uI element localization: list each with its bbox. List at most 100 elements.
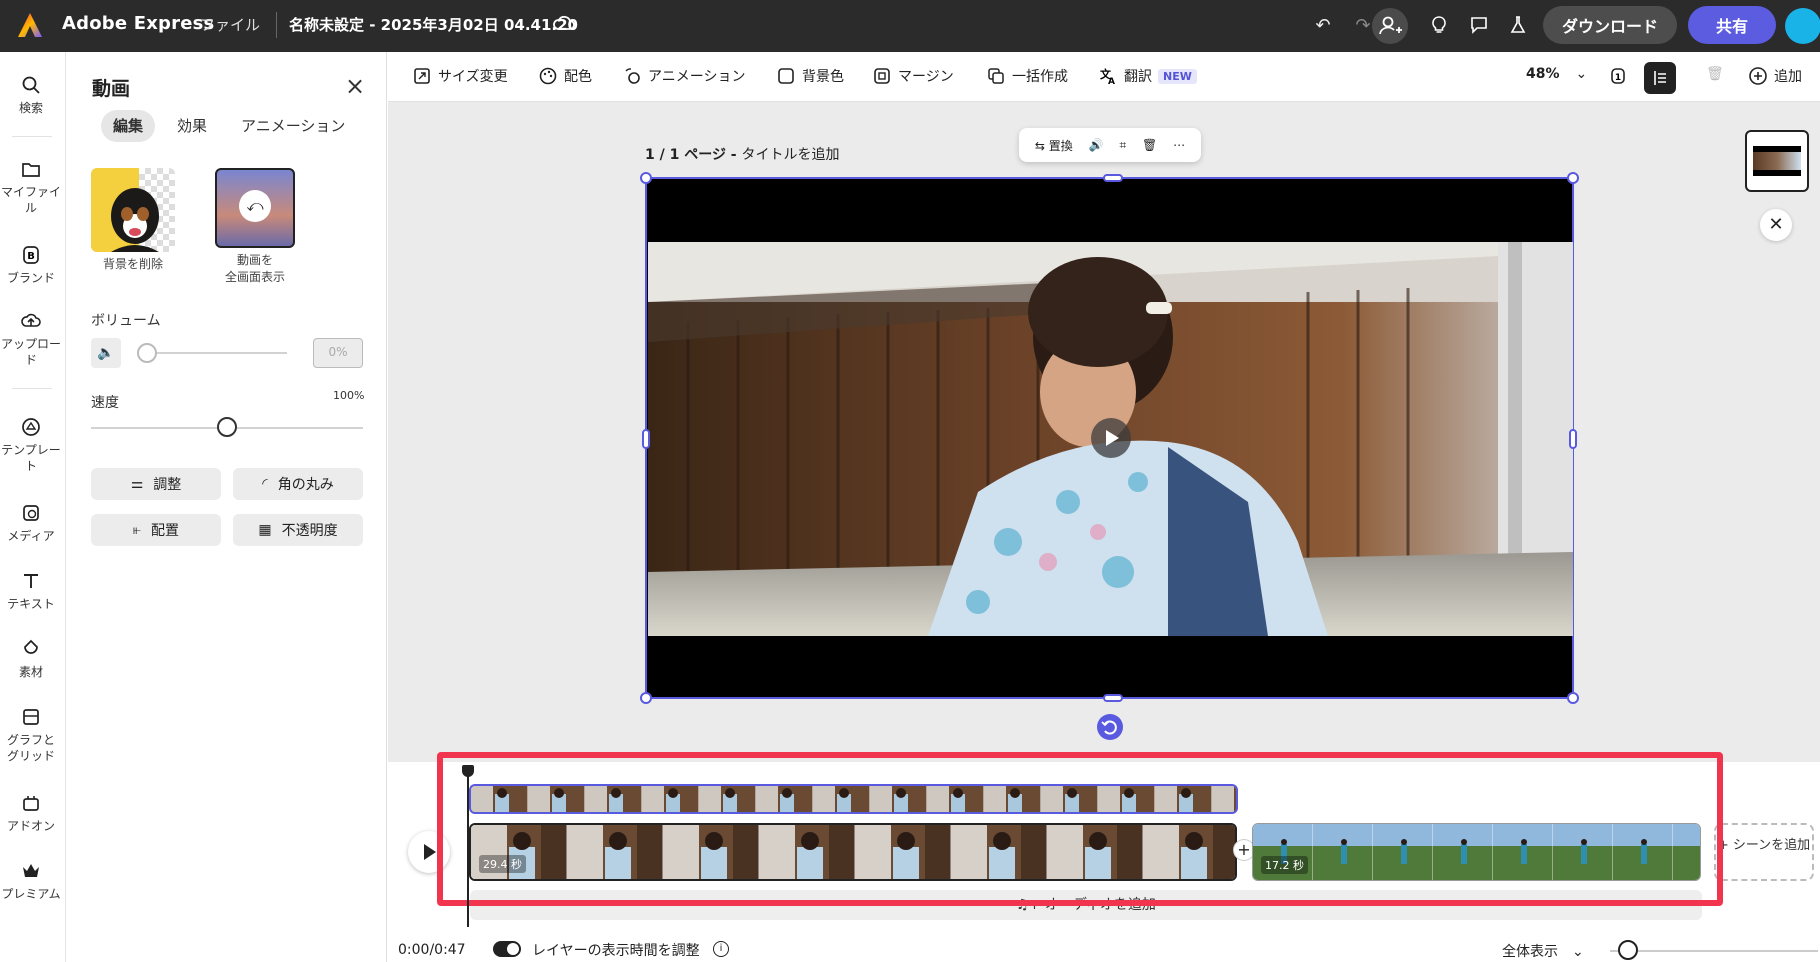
play-icon	[1106, 430, 1119, 446]
margin-button[interactable]: マージン	[872, 66, 954, 86]
avatar[interactable]	[1785, 8, 1820, 44]
translate-button[interactable]: 文 A 翻訳 NEW	[1098, 66, 1197, 86]
close-icon[interactable]: ×	[345, 72, 365, 100]
rail-item-myfiles[interactable]: マイファイル	[0, 158, 62, 216]
volume-value: 0%	[328, 345, 348, 359]
adobe-express-logo[interactable]	[16, 11, 44, 39]
resize-handle-left[interactable]	[642, 429, 650, 449]
document-title[interactable]: 名称未設定 - 2025年3月02日 04.41.20	[289, 14, 578, 35]
rotate-button[interactable]	[1097, 714, 1123, 740]
page-number-icon: 1	[1611, 68, 1625, 84]
rail-item-search[interactable]: 検索	[0, 74, 62, 116]
rail-item-brand[interactable]: B ブランド	[0, 244, 62, 286]
rail-item-addons[interactable]: アドオン	[0, 792, 62, 834]
cloud-sync-icon	[553, 15, 575, 30]
panel-title: 動画	[92, 78, 131, 100]
file-menu[interactable]: ファイル	[200, 14, 260, 35]
opacity-button[interactable]: ▦ 不透明度	[233, 514, 363, 546]
volume-icon[interactable]: 🔊	[1089, 138, 1104, 152]
animation-label: アニメーション	[648, 69, 746, 85]
comment-icon[interactable]	[1466, 12, 1492, 38]
square-icon	[778, 68, 794, 84]
lightbulb-icon[interactable]	[1426, 12, 1452, 38]
arrange-button[interactable]: ⫦ 配置	[91, 514, 221, 546]
video-play-button[interactable]	[1091, 418, 1131, 458]
rail-label: テキスト	[7, 597, 55, 611]
resize-handle-bottom[interactable]	[1103, 694, 1123, 702]
page-thumbnail[interactable]	[1745, 130, 1809, 192]
volume-slider-knob[interactable]	[137, 343, 157, 363]
tab-edit[interactable]: 編集	[101, 110, 156, 142]
more-icon[interactable]: ⋯	[1173, 138, 1185, 152]
layer-timing-toggle[interactable]	[493, 941, 521, 957]
timeline-zoom-track[interactable]	[1610, 950, 1818, 952]
share-button[interactable]: 共有	[1688, 6, 1776, 44]
page-count-button[interactable]: 1	[1608, 66, 1628, 86]
info-icon[interactable]: i	[713, 941, 729, 957]
resize-handle-bottom-left[interactable]	[640, 692, 652, 704]
zoom-dropdown[interactable]: 48% ⌄	[1526, 66, 1587, 82]
volume-slider-track[interactable]	[139, 352, 287, 354]
batch-create-button[interactable]: 一括作成	[986, 66, 1068, 86]
mute-button[interactable]: 🔈	[91, 338, 121, 368]
animation-button[interactable]: アニメーション	[622, 66, 745, 86]
tab-effects[interactable]: 効果	[165, 110, 219, 142]
zoom-fit-dropdown[interactable]: 全体表示 ⌄	[1502, 941, 1584, 961]
tab-animation[interactable]: アニメーション	[229, 110, 357, 142]
resize-button[interactable]: サイズ変更	[412, 66, 508, 86]
addon-icon	[23, 796, 39, 811]
timeline-zoom-knob[interactable]	[1618, 940, 1638, 960]
corner-radius-button[interactable]: ◜ 角の丸み	[233, 468, 363, 500]
timecode: 0:00/0:47	[398, 942, 466, 958]
resize-handle-right[interactable]	[1569, 429, 1577, 449]
flask-icon[interactable]	[1505, 12, 1531, 38]
download-button[interactable]: ダウンロード	[1543, 6, 1677, 44]
topbar-divider	[276, 12, 277, 38]
add-scene-button[interactable]: + シーンを追加	[1714, 823, 1814, 881]
rail-item-graphs[interactable]: グラフとグリッド	[0, 706, 62, 764]
color-scheme-button[interactable]: 配色	[538, 66, 592, 86]
rail-item-templates[interactable]: テンプレート	[0, 416, 62, 474]
page-number-label: 1 / 1 ページ -	[645, 147, 742, 163]
background-color-button[interactable]: 背景色	[776, 66, 844, 86]
add-page-button[interactable]: 追加	[1748, 66, 1802, 86]
rail-label: グラフとグリッド	[6, 733, 55, 763]
margin-icon	[874, 68, 890, 84]
fullscreen-video-thumb[interactable]: ⤺	[215, 168, 295, 248]
volume-value-field[interactable]: 0%	[313, 338, 363, 368]
resize-handle-top-left[interactable]	[640, 172, 652, 184]
zoom-value: 48%	[1526, 66, 1560, 82]
resize-handle-bottom-right[interactable]	[1567, 692, 1579, 704]
delete-button[interactable]: 🗑	[1706, 66, 1724, 82]
crop-icon[interactable]: ⌗	[1119, 138, 1126, 153]
adjust-label: 調整	[153, 477, 182, 493]
rail-item-elements[interactable]: 素材	[0, 638, 62, 680]
fullscreen-caption-line1: 動画を	[236, 253, 273, 267]
rail-label: 素材	[18, 665, 43, 679]
page-title-input[interactable]: タイトルを追加	[742, 147, 840, 163]
rail-item-media[interactable]: メディア	[0, 502, 62, 544]
undo-icon[interactable]: ↶	[1310, 12, 1336, 38]
crown-icon	[23, 864, 39, 877]
invite-user-button[interactable]	[1372, 8, 1408, 44]
resize-handle-top[interactable]	[1103, 174, 1123, 182]
new-badge: NEW	[1158, 68, 1197, 84]
rail-item-premium[interactable]: プレミアム	[0, 860, 62, 902]
zoom-fit-label: 全体表示	[1502, 944, 1558, 960]
trash-icon[interactable]: 🗑	[1142, 138, 1157, 152]
app-name: Adobe Express	[62, 13, 215, 34]
playhead[interactable]	[467, 767, 469, 927]
timeline-toggle-button[interactable]	[1644, 62, 1676, 94]
bg-color-label: 背景色	[802, 69, 844, 85]
rail-label: アドオン	[6, 819, 55, 833]
rail-label: アップロード	[0, 337, 61, 367]
rail-item-text[interactable]: テキスト	[0, 570, 62, 612]
remove-bg-caption: 背景を削除	[102, 257, 163, 271]
replace-button[interactable]: ⇆ 置換	[1035, 137, 1073, 154]
resize-handle-top-right[interactable]	[1567, 172, 1579, 184]
rail-item-upload[interactable]: アップロード	[0, 310, 62, 368]
speed-slider-knob[interactable]	[217, 417, 237, 437]
adjust-button[interactable]: ⚌ 調整	[91, 468, 221, 500]
close-pages-button[interactable]: ✕	[1760, 209, 1792, 241]
remove-background-thumb[interactable]	[91, 168, 175, 252]
